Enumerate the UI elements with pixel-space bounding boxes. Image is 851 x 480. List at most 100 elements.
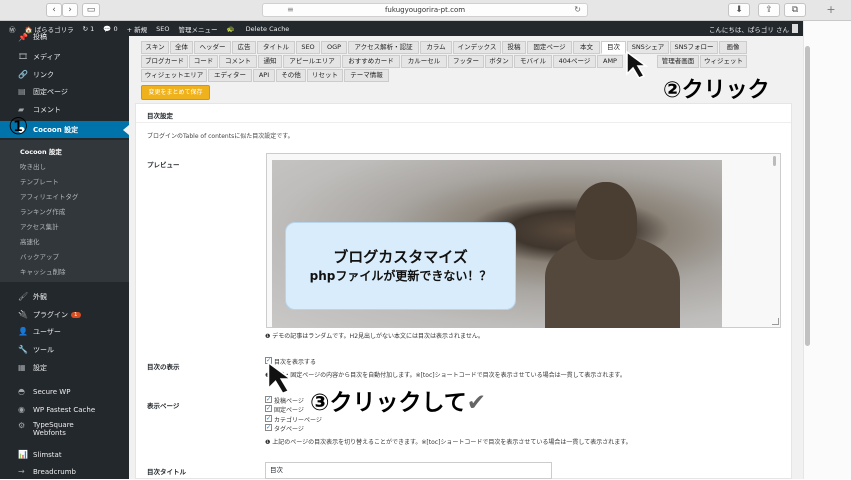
tab-widget-area[interactable]: ウィジェットエリア [141, 69, 207, 82]
preview-scrollbar[interactable] [773, 156, 776, 166]
tab-general[interactable]: 全体 [170, 41, 193, 54]
submenu-item[interactable]: アクセス集計 [20, 221, 59, 231]
page-scrollbar[interactable] [803, 21, 851, 479]
divider [136, 122, 791, 123]
tab-ads[interactable]: 広告 [232, 41, 256, 54]
tabs-overview-icon[interactable]: ⧉ [784, 3, 806, 17]
tab-code[interactable]: コード [189, 55, 218, 68]
tab-body[interactable]: 本文 [573, 41, 600, 54]
user-greeting[interactable]: こんにちは、ぱらゴリ さん [709, 24, 789, 34]
forward-button[interactable]: › [62, 3, 78, 17]
save-all-button[interactable]: 変更をまとめて保存 [141, 85, 210, 100]
sidebar-item-typesquare[interactable]: ⚙ TypeSquare Webfonts [0, 418, 129, 444]
tab-comment[interactable]: コメント [219, 55, 257, 68]
display-pages-note: ❶ 上記のページの目次表示を切り替えることができます。※[toc]ショートコード… [265, 439, 632, 446]
speed-icon: ◉ [18, 405, 25, 414]
tab-skin[interactable]: スキン [141, 41, 169, 54]
page-type-checkbox[interactable]: ✓ [265, 405, 272, 412]
page-type-checkbox[interactable]: ✓ [265, 415, 272, 422]
tab-reset[interactable]: リセット [307, 69, 343, 82]
page-scroll-thumb[interactable] [805, 46, 810, 346]
submenu-item[interactable]: 高速化 [20, 236, 40, 246]
sidebar-item-pages[interactable]: ▤ 固定ページ [0, 83, 129, 100]
new-content-link[interactable]: + 新規 [127, 24, 148, 34]
reload-icon[interactable]: ↻ [574, 4, 581, 16]
preview-label: プレビュー [147, 161, 180, 169]
toc-title-input[interactable]: 目次 [265, 462, 552, 479]
tab-button[interactable]: ボタン [485, 55, 513, 68]
toc-display-label: 目次の表示 [147, 363, 180, 371]
tab-post[interactable]: 投稿 [502, 41, 526, 54]
chart-icon: 📊 [18, 450, 28, 459]
sidebar-toggle-icon[interactable]: ▭ [82, 3, 100, 17]
tab-toc[interactable]: 目次 [601, 41, 626, 54]
tab-page[interactable]: 固定ページ [527, 41, 572, 54]
pointer-cursor-icon [626, 50, 649, 79]
submenu-item[interactable]: 吹き出し [20, 161, 46, 171]
sidebar-item-wp-fastest-cache[interactable]: ◉ WP Fastest Cache [0, 401, 129, 418]
new-tab-button[interactable]: + [824, 4, 838, 16]
submenu-item[interactable]: バックアップ [20, 251, 59, 261]
tab-ogp[interactable]: OGP [321, 41, 347, 54]
sidebar-item-slimstat[interactable]: 📊 Slimstat [0, 446, 129, 463]
sidebar-item-media[interactable]: 🎞 メディア [0, 48, 129, 65]
submenu-item[interactable]: テンプレート [20, 176, 59, 186]
tab-404[interactable]: 404ページ [553, 55, 596, 68]
tab-theme-info[interactable]: テーマ情報 [344, 69, 389, 82]
gorilla-head-shape [575, 182, 637, 260]
tab-appeal-area[interactable]: アピールエリア [283, 55, 341, 68]
tab-index[interactable]: インデックス [453, 41, 501, 54]
sidebar-item-users[interactable]: 👤 ユーザー [0, 323, 129, 340]
eyecatch-caption-line1: ブログカスタマイズ [333, 248, 468, 266]
sidebar-item-links[interactable]: 🔗 リンク [0, 66, 129, 83]
tab-other[interactable]: その他 [276, 69, 306, 82]
tab-analytics[interactable]: アクセス解析・認証 [348, 41, 419, 54]
submenu-item[interactable]: Cocoon 設定 [20, 146, 62, 156]
back-button[interactable]: ‹ [46, 3, 62, 17]
tab-api[interactable]: API [253, 69, 275, 82]
tab-editor[interactable]: エディター [208, 69, 252, 82]
sidebar-item-plugins[interactable]: 🔌 プラグイン 1 [0, 306, 129, 323]
tab-seo[interactable]: SEO [296, 41, 320, 54]
tab-footer[interactable]: フッター [448, 55, 484, 68]
delete-cache-link[interactable]: 🐢 Delete Cache [227, 25, 290, 33]
resize-grip-icon[interactable] [772, 318, 779, 325]
toc-title-label: 目次タイトル [147, 468, 186, 476]
tab-title[interactable]: タイトル [257, 41, 295, 54]
sidebar-item-tools[interactable]: 🔧 ツール [0, 341, 129, 358]
submenu-item[interactable]: アフィリエイトタグ [20, 191, 78, 201]
tab-recommend-card[interactable]: おすすめカード [342, 55, 400, 68]
submenu-item[interactable]: ランキング作成 [20, 206, 65, 216]
page-type-label[interactable]: 固定ページ [274, 405, 304, 414]
sidebar-item-secure-wp[interactable]: ◓ Secure WP [0, 383, 129, 400]
step-3-callout: ③クリックして✔ [310, 383, 486, 417]
tab-carousel[interactable]: カルーセル [401, 55, 447, 68]
sidebar-item-settings[interactable]: ▦ 設定 [0, 359, 129, 376]
address-bar[interactable]: ≡ fukugyougorira-pt.com ↻ [262, 3, 588, 17]
sidebar-item-appearance[interactable]: 🖌 外観 [0, 288, 129, 305]
tab-column[interactable]: カラム [420, 41, 452, 54]
page-type-label[interactable]: タグページ [274, 424, 304, 433]
sidebar-item-label: Secure WP [33, 387, 71, 396]
manage-menu-link[interactable]: 管理メニュー [179, 24, 218, 34]
sidebar-item-posts[interactable]: 📌 投稿 [0, 31, 129, 43]
seo-link[interactable]: SEO [156, 25, 169, 33]
tab-mobile[interactable]: モバイル [514, 55, 552, 68]
download-icon[interactable]: ⬇ [728, 3, 750, 17]
avatar[interactable] [792, 24, 798, 33]
tab-header[interactable]: ヘッダー [194, 41, 231, 54]
tab-widget[interactable]: ウィジェット [700, 55, 747, 68]
tab-notice[interactable]: 通知 [258, 55, 282, 68]
tab-amp[interactable]: AMP [597, 55, 623, 68]
tab-blogcard[interactable]: ブログカード [141, 55, 188, 68]
share-icon[interactable]: ⇪ [758, 3, 780, 17]
tab-sns-follow[interactable]: SNSフォロー [670, 41, 718, 54]
sidebar-item-breadcrumb[interactable]: → Breadcrumb [0, 463, 129, 480]
page-type-checkbox[interactable]: ✓ [265, 424, 272, 431]
tab-admin[interactable]: 管理者画面 [657, 55, 699, 68]
submenu-item[interactable]: キャッシュ削除 [20, 266, 66, 276]
delete-cache-label: Delete Cache [245, 24, 290, 33]
tab-image[interactable]: 画像 [719, 41, 747, 54]
page-type-label[interactable]: 投稿ページ [274, 396, 304, 405]
page-type-checkbox[interactable]: ✓ [265, 396, 272, 403]
